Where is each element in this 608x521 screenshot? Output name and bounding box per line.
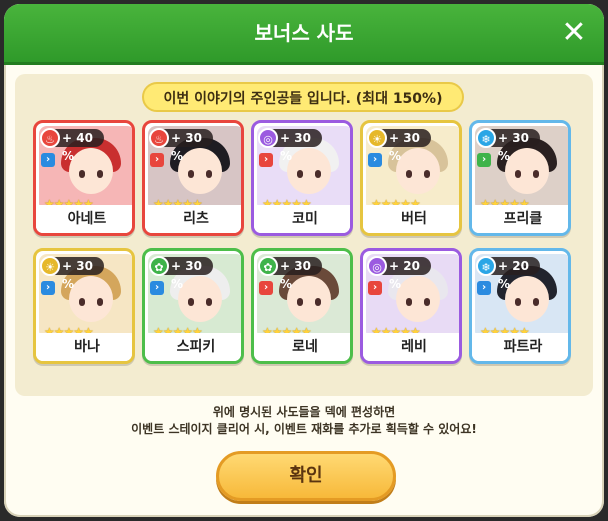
portrait-eye (188, 298, 194, 306)
class-icon: › (259, 153, 273, 167)
portrait-face (505, 276, 549, 322)
character-card[interactable]: ◎ + 20 % › ★★★★★ 레비 (360, 248, 462, 364)
portrait-eye (424, 170, 430, 178)
element-icon: ◎ (367, 256, 387, 276)
portrait-eye (206, 170, 212, 178)
class-icon: › (477, 281, 491, 295)
element-icon: ◎ (258, 128, 278, 148)
description: 위에 명시된 사도들을 덱에 편성하면 이벤트 스테이지 클리어 시, 이벤트 … (4, 404, 604, 438)
portrait-eye (297, 170, 303, 178)
bonus-badge: ❄ + 20 % (476, 256, 540, 291)
element-icon: ♨ (149, 128, 169, 148)
portrait-eye (533, 170, 539, 178)
bonus-badge: ♨ + 30 % (149, 128, 213, 163)
character-name: 바나 (36, 333, 132, 361)
bonus-badge: ✿ + 30 % (149, 256, 213, 291)
character-name: 레비 (363, 333, 459, 361)
character-card[interactable]: ❄ + 20 % › ★★★★★ 파트라 (469, 248, 571, 364)
character-card[interactable]: ☀ + 30 % › ★★★★★ 버터 (360, 120, 462, 236)
class-icon: › (41, 153, 55, 167)
class-icon: › (41, 281, 55, 295)
character-name: 리츠 (145, 205, 241, 233)
bonus-dialog: 보너스 사도 ✕ 이번 이야기의 주인공들 입니다. (최대 150%) ♨ +… (4, 4, 604, 517)
class-icon: › (477, 153, 491, 167)
character-card[interactable]: ✿ + 30 % › ★★★★★ 스피키 (142, 248, 244, 364)
character-name: 파트라 (472, 333, 568, 361)
portrait-eye (533, 298, 539, 306)
character-name: 버터 (363, 205, 459, 233)
bonus-badge: ✿ + 30 % (258, 256, 322, 291)
portrait-eye (315, 298, 321, 306)
portrait-face (396, 276, 440, 322)
portrait-eye (424, 298, 430, 306)
portrait-face (287, 148, 331, 194)
portrait-eye (515, 170, 521, 178)
description-line-1: 위에 명시된 사도들을 덱에 편성하면 (212, 405, 396, 419)
element-icon: ✿ (149, 256, 169, 276)
bonus-badge: ☀ + 30 % (367, 128, 431, 163)
info-banner: 이번 이야기의 주인공들 입니다. (최대 150%) (142, 82, 464, 112)
portrait-eye (406, 170, 412, 178)
character-card[interactable]: ❄ + 30 % › ★★★★★ 프리클 (469, 120, 571, 236)
portrait-eye (79, 170, 85, 178)
element-icon: ❄ (476, 256, 496, 276)
bonus-badge: ❄ + 30 % (476, 128, 540, 163)
bonus-badge: ◎ + 30 % (258, 128, 322, 163)
portrait-eye (315, 170, 321, 178)
portrait-face (505, 148, 549, 194)
portrait-face (287, 276, 331, 322)
element-icon: ☀ (40, 256, 60, 276)
character-name: 로네 (254, 333, 350, 361)
portrait-face (396, 148, 440, 194)
character-name: 스피키 (145, 333, 241, 361)
character-card[interactable]: ♨ + 40 % › ★★★★★ 아네트 (33, 120, 135, 236)
class-icon: › (259, 281, 273, 295)
dialog-title: 보너스 사도 (254, 21, 354, 45)
element-icon: ✿ (258, 256, 278, 276)
character-card[interactable]: ◎ + 30 % › ★★★★★ 코미 (251, 120, 353, 236)
portrait-face (178, 148, 222, 194)
character-name: 프리클 (472, 205, 568, 233)
portrait-face (69, 276, 113, 322)
element-icon: ♨ (40, 128, 60, 148)
portrait-eye (297, 298, 303, 306)
character-card[interactable]: ♨ + 30 % › ★★★★★ 리츠 (142, 120, 244, 236)
portrait-face (178, 276, 222, 322)
portrait-eye (97, 298, 103, 306)
element-icon: ☀ (367, 128, 387, 148)
bonus-badge: ◎ + 20 % (367, 256, 431, 291)
portrait-eye (79, 298, 85, 306)
class-icon: › (368, 153, 382, 167)
bonus-badge: ♨ + 40 % (40, 128, 104, 163)
portrait-eye (188, 170, 194, 178)
dialog-header: 보너스 사도 ✕ (4, 4, 604, 65)
character-card[interactable]: ✿ + 30 % › ★★★★★ 로네 (251, 248, 353, 364)
bonus-badge: ☀ + 30 % (40, 256, 104, 291)
confirm-button[interactable]: 확인 (216, 451, 396, 501)
character-name: 아네트 (36, 205, 132, 233)
class-icon: › (150, 281, 164, 295)
portrait-eye (515, 298, 521, 306)
portrait-eye (206, 298, 212, 306)
element-icon: ❄ (476, 128, 496, 148)
close-icon[interactable]: ✕ (558, 17, 590, 49)
portrait-face (69, 148, 113, 194)
portrait-eye (97, 170, 103, 178)
character-name: 코미 (254, 205, 350, 233)
class-icon: › (368, 281, 382, 295)
portrait-eye (406, 298, 412, 306)
description-line-2: 이벤트 스테이지 클리어 시, 이벤트 재화를 추가로 획득할 수 있어요! (131, 422, 477, 436)
character-grid: ♨ + 40 % › ★★★★★ 아네트 ♨ + 30 % › ★★★★★ 리츠… (33, 120, 579, 364)
class-icon: › (150, 153, 164, 167)
character-card[interactable]: ☀ + 30 % › ★★★★★ 바나 (33, 248, 135, 364)
